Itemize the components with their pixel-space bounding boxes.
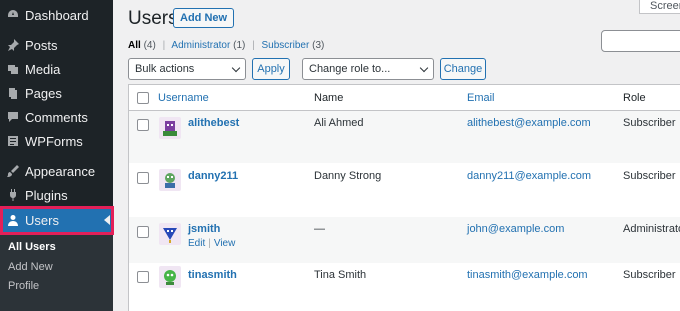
- select-all-checkbox[interactable]: [137, 92, 149, 104]
- name-cell: —: [314, 223, 325, 235]
- role-cell: Subscriber: [623, 269, 676, 281]
- row-checkbox[interactable]: [137, 226, 149, 238]
- submenu-add-new[interactable]: Add New: [8, 261, 53, 273]
- sidebar-item-plugins[interactable]: Plugins: [0, 183, 113, 207]
- bulk-actions-value: Bulk actions: [135, 63, 195, 75]
- filter-subscriber-count: (3): [312, 40, 325, 51]
- chevron-down-icon: [231, 63, 241, 73]
- admin-sidebar: Dashboard Posts Media Pages Comments WPF…: [0, 0, 114, 311]
- username-link[interactable]: alithebest: [188, 117, 239, 129]
- filter-separator: |: [162, 40, 166, 51]
- sidebar-item-label: Appearance: [25, 163, 96, 179]
- bulk-actions-select[interactable]: Bulk actions: [128, 58, 246, 80]
- table-row: tinasmith Tina Smith tinasmith@example.c…: [129, 263, 680, 311]
- role-cell: Administrator: [623, 223, 680, 235]
- change-role-value: Change role to...: [309, 63, 391, 75]
- avatar: [159, 117, 181, 139]
- screen-options-button[interactable]: Screen: [639, 0, 680, 14]
- comment-icon: [7, 111, 19, 123]
- avatar: [159, 223, 181, 245]
- filter-administrator-count: (1): [233, 40, 246, 51]
- filter-all[interactable]: All: [128, 40, 141, 51]
- row-checkbox[interactable]: [137, 271, 149, 283]
- main-content: Users Add New Screen All (4) | Administr…: [113, 0, 680, 311]
- sidebar-item-posts[interactable]: Posts: [0, 33, 113, 57]
- filter-all-count: (4): [143, 40, 156, 51]
- sidebar-item-dashboard[interactable]: Dashboard: [0, 3, 113, 27]
- sidebar-item-label: Pages: [25, 85, 62, 101]
- table-row: danny211 Danny Strong danny211@example.c…: [129, 163, 680, 217]
- name-cell: Tina Smith: [314, 269, 367, 281]
- email-link[interactable]: tinasmith@example.com: [467, 269, 588, 281]
- column-email[interactable]: Email: [467, 92, 495, 104]
- submenu-all-users[interactable]: All Users: [8, 241, 56, 253]
- submenu-profile[interactable]: Profile: [8, 280, 39, 292]
- name-cell: Ali Ahmed: [314, 117, 364, 129]
- pages-icon: [7, 87, 19, 99]
- avatar: [159, 169, 181, 191]
- pin-icon: [7, 39, 19, 51]
- edit-link[interactable]: Edit: [188, 238, 205, 249]
- row-actions: Edit | View: [188, 238, 235, 249]
- sidebar-item-pages[interactable]: Pages: [0, 81, 113, 105]
- filter-subscriber[interactable]: Subscriber: [262, 40, 310, 51]
- row-checkbox[interactable]: [137, 119, 149, 131]
- chevron-down-icon: [419, 63, 429, 73]
- username-link[interactable]: danny211: [188, 170, 238, 182]
- sidebar-item-comments[interactable]: Comments: [0, 105, 113, 129]
- change-button[interactable]: Change: [440, 58, 486, 80]
- table-row: jsmith Edit | View — john@example.com Admi…: [129, 217, 680, 263]
- brush-icon: [7, 165, 19, 177]
- table-header: Username Name Email Role: [129, 85, 680, 111]
- add-new-button[interactable]: Add New: [173, 8, 235, 28]
- sidebar-item-label: Comments: [25, 109, 88, 125]
- users-submenu: All Users Add New Profile: [0, 235, 113, 311]
- column-name: Name: [314, 92, 344, 104]
- email-link[interactable]: john@example.com: [467, 223, 564, 235]
- sidebar-item-appearance[interactable]: Appearance: [0, 159, 113, 183]
- page-title: Users: [128, 8, 178, 29]
- column-username[interactable]: Username: [158, 92, 209, 104]
- forms-icon: [7, 135, 19, 147]
- filter-separator: |: [252, 40, 255, 51]
- table-row: alithebest Ali Ahmed alithebest@example.…: [129, 111, 680, 163]
- email-link[interactable]: danny211@example.com: [467, 170, 591, 182]
- sidebar-item-label: Plugins: [25, 187, 68, 203]
- sidebar-item-label: Posts: [25, 37, 58, 53]
- users-highlight-box: [0, 206, 114, 235]
- avatar: [159, 266, 181, 288]
- action-separator: |: [208, 238, 211, 249]
- filter-administrator[interactable]: Administrator: [171, 40, 230, 51]
- users-table: Username Name Email Role alithebest Ali …: [128, 84, 680, 311]
- change-role-select[interactable]: Change role to...: [302, 58, 434, 80]
- username-link[interactable]: tinasmith: [188, 269, 237, 281]
- sidebar-item-label: WPForms: [25, 133, 83, 149]
- media-icon: [7, 63, 19, 75]
- email-link[interactable]: alithebest@example.com: [467, 117, 591, 129]
- row-checkbox[interactable]: [137, 172, 149, 184]
- sidebar-item-media[interactable]: Media: [0, 57, 113, 81]
- username-link[interactable]: jsmith: [188, 223, 220, 235]
- role-filters: All (4) | Administrator (1) | Subscriber…: [128, 40, 324, 51]
- dashboard-icon: [7, 9, 19, 21]
- role-cell: Subscriber: [623, 170, 676, 182]
- column-role: Role: [623, 92, 646, 104]
- plug-icon: [7, 189, 19, 201]
- view-link[interactable]: View: [214, 238, 236, 249]
- sidebar-item-label: Media: [25, 61, 61, 77]
- role-cell: Subscriber: [623, 117, 676, 129]
- sidebar-item-label: Dashboard: [25, 7, 89, 23]
- name-cell: Danny Strong: [314, 170, 382, 182]
- search-input[interactable]: [601, 30, 680, 52]
- apply-button[interactable]: Apply: [252, 58, 290, 80]
- sidebar-item-wpforms[interactable]: WPForms: [0, 129, 113, 153]
